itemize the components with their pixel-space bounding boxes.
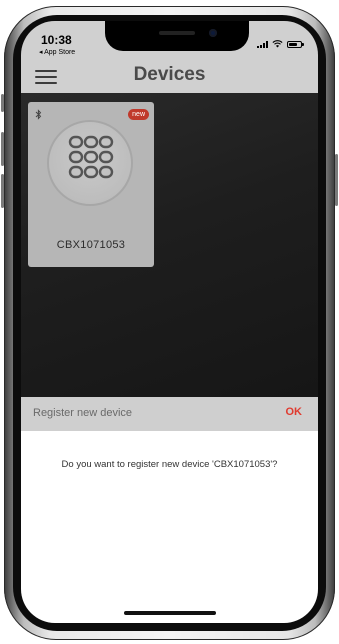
- status-icons: [257, 40, 304, 48]
- device-list: new CBX1071053: [21, 93, 318, 397]
- device-image: [47, 120, 133, 206]
- dialog-title: Register new device: [33, 407, 133, 419]
- phone-screen: 10:38 ◂ App Store Devices new CBX1071053…: [21, 21, 318, 623]
- volume-down-button: [1, 174, 4, 208]
- battery-level: [289, 42, 297, 46]
- dialog-header: Register new device OK: [21, 397, 318, 431]
- nav-bar: Devices: [21, 61, 318, 93]
- back-to-app-store-link[interactable]: ◂ App Store: [39, 48, 75, 56]
- silent-switch: [1, 94, 4, 112]
- page-title: Devices: [133, 64, 206, 85]
- status-time: 10:38: [41, 33, 72, 47]
- new-badge: new: [128, 109, 149, 120]
- bluetooth-icon: [35, 109, 42, 120]
- ok-button[interactable]: OK: [286, 406, 303, 418]
- front-camera: [209, 29, 217, 37]
- keypad-icon: [68, 135, 114, 179]
- notch: [105, 21, 249, 51]
- device-card[interactable]: new CBX1071053: [28, 102, 154, 267]
- speaker-grille: [159, 31, 195, 35]
- power-button: [335, 154, 338, 206]
- volume-up-button: [1, 132, 4, 166]
- dialog-body: Do you want to register new device 'CBX1…: [21, 431, 318, 623]
- dialog-message: Do you want to register new device 'CBX1…: [61, 459, 278, 470]
- signal-icon: [257, 40, 268, 48]
- wifi-icon: [272, 40, 283, 48]
- device-name: CBX1071053: [56, 239, 126, 251]
- home-indicator[interactable]: [124, 611, 216, 615]
- battery-icon: [287, 40, 304, 48]
